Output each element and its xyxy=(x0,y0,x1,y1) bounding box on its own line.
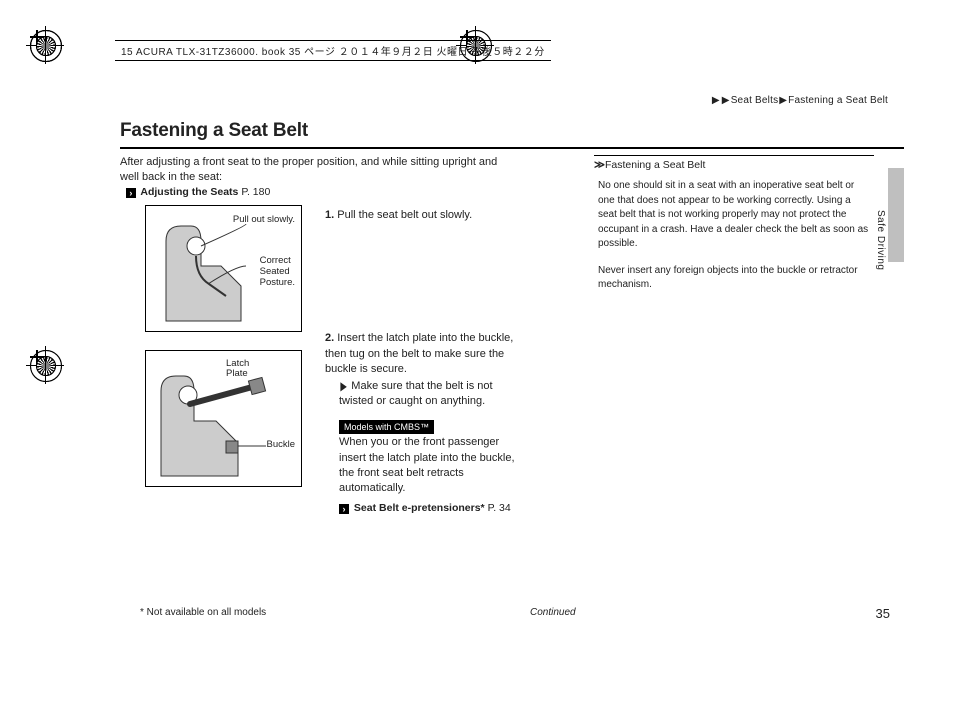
sidebox-heading: ≫Fastening a Seat Belt xyxy=(594,156,874,179)
title-rule xyxy=(120,147,904,149)
section-tab xyxy=(888,168,904,262)
footnote: * Not available on all models xyxy=(140,607,266,618)
xref-label: Seat Belt e-pretensioners* xyxy=(354,502,485,514)
step-aftertext: When you or the front passenger insert t… xyxy=(325,435,525,497)
xref-icon: › xyxy=(126,188,136,198)
chevron-right-icon: ▶ xyxy=(779,95,787,106)
step-2: 2. Insert the latch plate into the buckl… xyxy=(325,331,525,515)
xref-adjusting-seats: › Adjusting the Seats P. 180 xyxy=(120,186,270,198)
xref-page: P. 34 xyxy=(488,502,511,514)
xref-label: Adjusting the Seats xyxy=(140,186,238,198)
intro-paragraph: After adjusting a front seat to the prop… xyxy=(120,156,497,183)
page-title: Fastening a Seat Belt xyxy=(120,120,308,142)
step-text: Insert the latch plate into the buckle, … xyxy=(325,332,513,375)
intro-text: After adjusting a front seat to the prop… xyxy=(120,155,515,200)
model-badge-row: Models with CMBS™ xyxy=(325,420,525,435)
crop-mark xyxy=(30,350,44,364)
instruction-steps: 1. Pull the seat belt out slowly. 2. Ins… xyxy=(325,208,525,515)
step-number: 2. xyxy=(325,332,334,344)
breadcrumb: ▶▶Seat Belts▶Fastening a Seat Belt xyxy=(711,95,888,106)
xref-icon: › xyxy=(339,504,349,514)
sidebox-heading-text: Fastening a Seat Belt xyxy=(605,159,705,171)
side-info-box: ≫Fastening a Seat Belt No one should sit… xyxy=(594,155,874,305)
step-number: 1. xyxy=(325,209,334,221)
buckle-illustration xyxy=(146,351,301,486)
sidebox-paragraph: Never insert any foreign objects into th… xyxy=(594,264,874,293)
chevron-right-icon: ▶ xyxy=(722,95,730,106)
pointer-icon: ▶ xyxy=(340,378,346,395)
chevron-right-icon: ▶ xyxy=(712,95,720,106)
figure-label-buckle: Buckle xyxy=(266,439,295,450)
xref-page: P. 180 xyxy=(241,186,270,198)
section-label: Safe Driving xyxy=(875,210,886,270)
step-text: Pull the seat belt out slowly. xyxy=(337,209,472,221)
page-number: 35 xyxy=(876,606,890,621)
xref-pretensioners: › Seat Belt e-pretensioners* P. 34 xyxy=(325,501,525,516)
chevrons-icon: ≫ xyxy=(594,159,603,171)
breadcrumb-item: Seat Belts xyxy=(731,95,779,106)
step-note: ▶ Make sure that the belt is not twisted… xyxy=(325,378,525,410)
figure-label-pull-out: Pull out slowly. xyxy=(233,214,295,225)
step-1: 1. Pull the seat belt out slowly. xyxy=(325,208,525,223)
source-line: 15 ACURA TLX-31TZ36000. book 35 ページ ２０１４… xyxy=(115,40,551,61)
step-note-text: Make sure that the belt is not twisted o… xyxy=(339,380,493,408)
model-badge: Models with CMBS™ xyxy=(339,420,434,435)
figure-latch-buckle: Latch Plate Buckle xyxy=(145,350,302,487)
figure-label-latch-plate: Latch Plate xyxy=(226,359,249,380)
breadcrumb-item: Fastening a Seat Belt xyxy=(788,95,888,106)
figure-seat-posture: Pull out slowly. Correct Seated Posture. xyxy=(145,205,302,332)
figure-label-posture: Correct Seated Posture. xyxy=(260,256,295,289)
crop-mark xyxy=(30,30,44,44)
continued-label: Continued xyxy=(530,607,576,618)
sidebox-paragraph: No one should sit in a seat with an inop… xyxy=(594,179,874,252)
